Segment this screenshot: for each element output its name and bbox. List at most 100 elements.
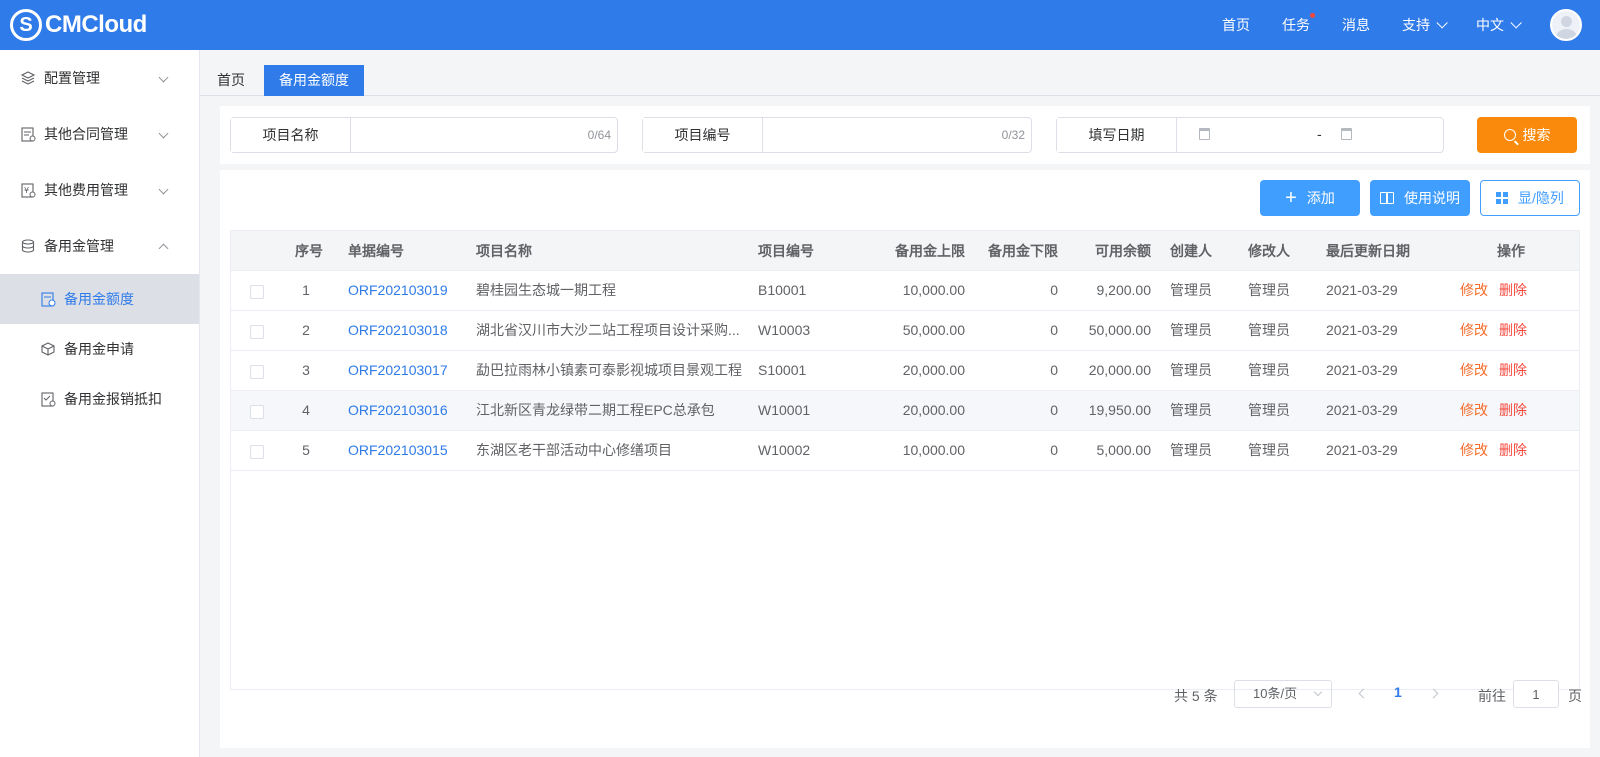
page-size-value: 10条/页 <box>1253 686 1298 701</box>
toggle-columns-label: 显/隐列 <box>1518 190 1564 206</box>
edit-link[interactable]: 修改 <box>1460 311 1492 350</box>
nav-messages[interactable]: 消息 <box>1342 15 1370 35</box>
cell-creator: 管理员 <box>1170 282 1212 298</box>
edit-link[interactable]: 修改 <box>1460 271 1492 310</box>
cell-project-code: S10001 <box>758 362 807 378</box>
cell-creator: 管理员 <box>1170 322 1212 338</box>
table-header: 序号 单据编号 项目名称 项目编号 备用金上限 备用金下限 可用余额 创建人 修… <box>231 231 1579 271</box>
table-body: 1 ORF202103019 碧桂园生态城一期工程 B10001 10,000.00 0 9… <box>231 271 1579 471</box>
next-page-icon[interactable] <box>1428 688 1439 699</box>
cell-balance: 5,000.00 <box>1096 442 1152 458</box>
cell-doc-link[interactable]: ORF202103016 <box>348 391 468 430</box>
cell-lower: 0 <box>1050 402 1058 418</box>
search-button-label: 搜索 <box>1522 127 1551 143</box>
sidebar-group-config[interactable]: 配置管理 <box>0 50 199 106</box>
sidebar-item-label: 备用金申请 <box>64 341 134 357</box>
pagination-total: 共 5 条 <box>1174 688 1218 704</box>
layers-icon <box>20 70 36 86</box>
cell-modifier: 管理员 <box>1248 282 1290 298</box>
delete-link[interactable]: 删除 <box>1499 271 1531 310</box>
delete-link[interactable]: 删除 <box>1499 391 1531 430</box>
tab-home[interactable]: 首页 <box>202 65 260 96</box>
date-separator: - <box>1317 126 1322 142</box>
quota-icon <box>40 291 56 307</box>
search-button[interactable]: 搜索 <box>1477 117 1577 153</box>
nav-tasks-label: 任务 <box>1282 17 1310 33</box>
nav-support[interactable]: 支持 <box>1402 15 1448 35</box>
prev-page-icon[interactable] <box>1358 688 1369 699</box>
nav-tasks[interactable]: 任务 <box>1282 13 1315 35</box>
delete-link[interactable]: 删除 <box>1499 311 1531 350</box>
sidebar-group-contract[interactable]: 其他合同管理 <box>0 106 199 162</box>
th-actions: 操作 <box>1497 243 1525 259</box>
edit-link[interactable]: 修改 <box>1460 391 1492 430</box>
date-label: 填写日期 <box>1057 118 1177 152</box>
chevron-up-icon <box>158 243 169 254</box>
row-checkbox[interactable] <box>250 285 264 299</box>
nav-language[interactable]: 中文 <box>1476 15 1522 35</box>
cell-project-name: 勐巴拉雨林小镇素可泰影视城项目景观工程 <box>476 362 742 378</box>
row-checkbox[interactable] <box>250 445 264 459</box>
tab-reserve-quota[interactable]: 备用金额度 <box>264 65 364 96</box>
chevron-down-icon <box>1436 17 1448 29</box>
date-range-field: 填写日期 - <box>1056 117 1444 153</box>
logo-text: CMCloud <box>45 11 147 38</box>
help-button[interactable]: 使用说明 <box>1370 180 1470 216</box>
delete-link[interactable]: 删除 <box>1499 351 1531 390</box>
edit-link[interactable]: 修改 <box>1460 431 1492 470</box>
add-button[interactable]: + 添加 <box>1260 180 1360 216</box>
date-range-input[interactable]: - <box>1177 118 1443 152</box>
goto-label: 前往 <box>1478 688 1506 704</box>
search-panel: 项目名称 0/64 项目编号 0/32 填写日期 - 搜索 <box>220 106 1590 164</box>
page-number-current[interactable]: 1 <box>1394 684 1402 700</box>
cell-balance: 9,200.00 <box>1096 282 1152 298</box>
cell-project-name: 碧桂园生态城一期工程 <box>476 282 616 298</box>
th-modifier: 修改人 <box>1248 243 1290 259</box>
project-code-field: 项目编号 0/32 <box>642 117 1032 153</box>
th-balance: 可用余额 <box>1095 243 1151 259</box>
project-code-label: 项目编号 <box>643 118 763 152</box>
cell-creator: 管理员 <box>1170 442 1212 458</box>
page-size-select[interactable]: 10条/页 <box>1234 680 1332 708</box>
cell-date: 2021-03-29 <box>1326 402 1398 418</box>
chevron-down-icon <box>158 128 169 139</box>
edit-link[interactable]: 修改 <box>1460 351 1492 390</box>
pagination: 共 5 条 10条/页 1 前往 页 <box>220 680 1590 710</box>
cell-doc-link[interactable]: ORF202103019 <box>348 271 468 310</box>
sidebar-item-reserve-apply[interactable]: 备用金申请 <box>0 324 199 374</box>
cell-upper: 10,000.00 <box>902 442 965 458</box>
sidebar-item-reserve-quota[interactable]: 备用金额度 <box>0 274 199 324</box>
project-code-input[interactable]: 0/32 <box>763 118 1031 152</box>
th-code: 项目编号 <box>758 243 814 259</box>
cell-no: 4 <box>302 402 310 418</box>
logo[interactable]: S CMCloud <box>10 9 147 41</box>
calendar-icon <box>1199 128 1210 140</box>
cube-icon <box>40 341 56 357</box>
add-button-label: 添加 <box>1306 190 1335 206</box>
avatar[interactable] <box>1550 9 1582 41</box>
cell-upper: 50,000.00 <box>902 322 965 338</box>
data-table: 序号 单据编号 项目名称 项目编号 备用金上限 备用金下限 可用余额 创建人 修… <box>230 230 1580 690</box>
cell-doc-link[interactable]: ORF202103015 <box>348 431 468 470</box>
table-row: 4 ORF202103016 江北新区青龙绿带二期工程EPC总承包 W10001 20,… <box>231 391 1579 431</box>
th-upper: 备用金上限 <box>895 243 965 259</box>
project-name-input[interactable]: 0/64 <box>351 118 617 152</box>
plus-icon: + <box>1285 187 1297 209</box>
delete-link[interactable]: 删除 <box>1499 431 1531 470</box>
top-nav: 首页 任务 消息 支持 中文 <box>1222 0 1600 50</box>
sidebar-group-reserve[interactable]: 备用金管理 <box>0 218 199 274</box>
sidebar-group-fee[interactable]: ¥ 其他费用管理 <box>0 162 199 218</box>
cell-project-code: W10003 <box>758 322 811 338</box>
cell-date: 2021-03-29 <box>1326 442 1398 458</box>
row-checkbox[interactable] <box>250 405 264 419</box>
fee-icon: ¥ <box>20 182 36 198</box>
cell-doc-link[interactable]: ORF202103018 <box>348 311 468 350</box>
toggle-columns-button[interactable]: 显/隐列 <box>1480 180 1580 216</box>
sidebar-item-reserve-reimburse[interactable]: 备用金报销抵扣 <box>0 374 199 424</box>
goto-page-input[interactable] <box>1513 680 1559 708</box>
row-checkbox[interactable] <box>250 325 264 339</box>
cell-doc-link[interactable]: ORF202103017 <box>348 351 468 390</box>
search-icon <box>1503 129 1516 141</box>
nav-home[interactable]: 首页 <box>1222 15 1250 35</box>
row-checkbox[interactable] <box>250 365 264 379</box>
